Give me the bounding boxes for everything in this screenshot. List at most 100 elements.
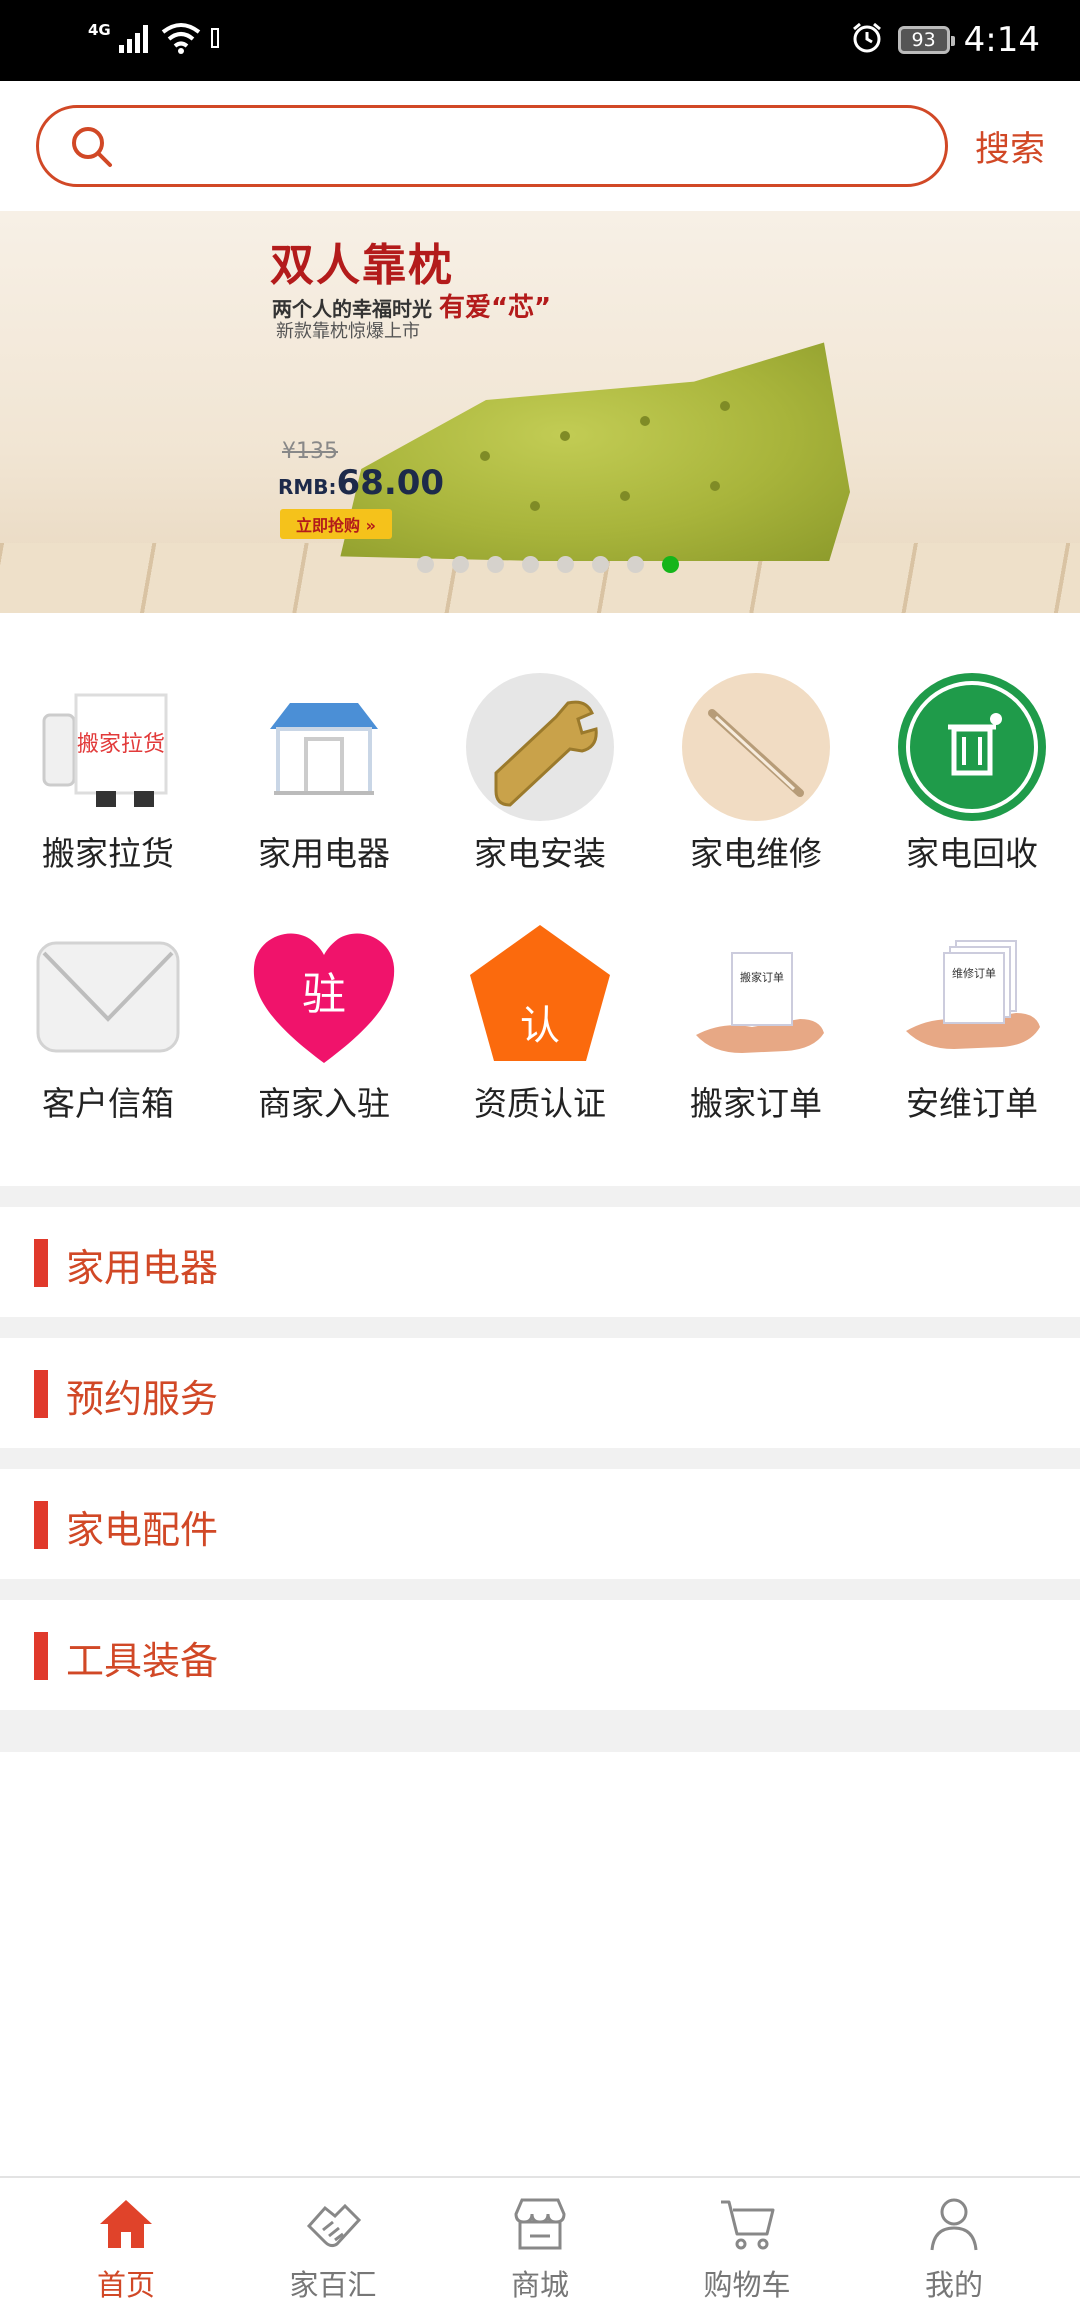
banner-note: 新款靠枕惊爆上市 <box>276 321 420 342</box>
carousel-dot[interactable] <box>522 556 539 573</box>
handshake-icon <box>306 2203 362 2248</box>
separator <box>0 1579 1080 1600</box>
old-price: ¥135 <box>282 439 338 464</box>
separator <box>0 1186 1080 1207</box>
carousel-dot[interactable] <box>557 556 574 573</box>
carousel-dot[interactable] <box>662 556 679 573</box>
category-row-2: 客户信箱 驻 商家入驻 认 资质认证 搬家订单 搬家订单 维修订单 安维订单 <box>0 923 1080 1143</box>
category-label: 资质认证 <box>474 1084 606 1123</box>
moving-truck-icon: 搬家拉货 <box>34 673 182 821</box>
carousel-dot[interactable] <box>487 556 504 573</box>
hand-card-text: 搬家订单 <box>740 970 784 984</box>
network-type: 4G <box>88 21 111 39</box>
category-appliances[interactable]: 家用电器 <box>224 673 424 875</box>
hand-cards-text: 维修订单 <box>952 966 996 980</box>
carousel-dot[interactable] <box>627 556 644 573</box>
category-repair[interactable]: 家电维修 <box>656 673 856 875</box>
hand-cards-icon: 维修订单 <box>898 923 1046 1071</box>
section-appliance-parts[interactable]: 家电配件 <box>0 1469 1080 1579</box>
section-accent-bar <box>34 1239 48 1287</box>
category-moving-orders[interactable]: 搬家订单 搬家订单 <box>656 923 856 1125</box>
carousel-dots <box>417 556 679 573</box>
clock: 4:14 <box>963 20 1040 60</box>
envelope-icon <box>34 923 182 1071</box>
section-accent-bar <box>34 1501 48 1549</box>
heart-badge-icon: 驻 <box>250 923 398 1071</box>
search-icon <box>69 124 115 174</box>
promo-banner[interactable]: 双人靠枕 两个人的幸福时光 有爱“芯” 新款靠枕惊爆上市 ¥135 RMB:68… <box>0 211 1080 613</box>
category-label: 家电维修 <box>690 834 822 873</box>
nav-label: 商城 <box>510 2268 569 2302</box>
category-merchant-join[interactable]: 驻 商家入驻 <box>224 923 424 1125</box>
shop-awning-icon <box>250 673 398 821</box>
nav-mall[interactable]: 商城 <box>460 2178 620 2312</box>
heart-badge-text: 驻 <box>302 969 346 1020</box>
bottom-nav: 首页 家百汇 商城 购物车 我的 <box>0 2176 1080 2312</box>
price-currency: RMB: <box>278 475 337 499</box>
section-tools-equipment[interactable]: 工具装备 <box>0 1600 1080 1710</box>
new-price: RMB:68.00 <box>278 463 444 503</box>
separator <box>0 1448 1080 1469</box>
search-input[interactable] <box>129 118 913 176</box>
category-install[interactable]: 家电安装 <box>440 673 640 875</box>
nav-label: 购物车 <box>703 2268 791 2302</box>
category-row-1: 搬家拉货 搬家拉货 家用电器 家电安装 家电维修 家电回收 <box>0 673 1080 893</box>
battery-icon: 93 <box>897 26 955 54</box>
signal-icon <box>118 23 153 57</box>
search-button[interactable]: 搜索 <box>960 121 1060 171</box>
buy-now-tag[interactable]: 立即抢购 » <box>280 509 392 539</box>
nav-mine[interactable]: 我的 <box>874 2178 1034 2312</box>
category-label: 家用电器 <box>258 834 390 873</box>
banner-subtitle-b: 有爱“芯” <box>438 293 552 323</box>
nav-label: 家百汇 <box>289 2268 377 2302</box>
category-recycle[interactable]: 家电回收 <box>872 673 1072 875</box>
hand-card-icon: 搬家订单 <box>682 923 830 1071</box>
category-certification[interactable]: 认 资质认证 <box>440 923 640 1125</box>
separator <box>0 1317 1080 1338</box>
nav-label: 我的 <box>924 2268 983 2302</box>
price-value: 68.00 <box>336 463 445 503</box>
alarm-icon <box>850 21 884 59</box>
search-box[interactable] <box>36 105 948 187</box>
wrench-icon <box>466 673 614 821</box>
category-label: 商家入驻 <box>258 1084 390 1123</box>
pillow-image <box>340 342 850 561</box>
nav-label: 首页 <box>96 2268 155 2302</box>
banner-title: 双人靠枕 <box>270 240 454 291</box>
recycle-bin-icon <box>898 673 1046 821</box>
section-title: 家电配件 <box>66 1508 219 1552</box>
section-accent-bar <box>34 1632 48 1680</box>
section-accent-bar <box>34 1370 48 1418</box>
category-label: 家电安装 <box>474 834 606 873</box>
carousel-dot[interactable] <box>452 556 469 573</box>
cart-icon <box>721 2200 775 2250</box>
carousel-dot[interactable] <box>417 556 434 573</box>
category-moving[interactable]: 搬家拉货 搬家拉货 <box>8 673 208 875</box>
category-label: 搬家拉货 <box>42 834 174 873</box>
section-booking-service[interactable]: 预约服务 <box>0 1338 1080 1448</box>
home-icon <box>100 2200 152 2248</box>
category-service-orders[interactable]: 维修订单 安维订单 <box>872 923 1072 1125</box>
section-title: 工具装备 <box>66 1639 219 1683</box>
section-title: 预约服务 <box>66 1377 219 1421</box>
sim-icon <box>209 25 221 55</box>
section-title: 家用电器 <box>66 1246 219 1290</box>
category-label: 安维订单 <box>906 1084 1038 1123</box>
category-mailbox[interactable]: 客户信箱 <box>8 923 208 1125</box>
separator <box>0 1710 1080 1752</box>
category-label: 家电回收 <box>906 834 1038 873</box>
category-label: 搬家订单 <box>690 1084 822 1123</box>
store-icon <box>514 2198 566 2250</box>
repair-tool-icon <box>682 673 830 821</box>
carousel-dot[interactable] <box>592 556 609 573</box>
user-icon <box>930 2198 978 2251</box>
nav-cart[interactable]: 购物车 <box>667 2178 827 2312</box>
section-home-appliances[interactable]: 家用电器 <box>0 1207 1080 1317</box>
nav-jiabaihui[interactable]: 家百汇 <box>253 2178 413 2312</box>
status-bar: 4G 93 4:14 <box>0 0 1080 81</box>
nav-home[interactable]: 首页 <box>46 2178 206 2312</box>
category-label: 客户信箱 <box>42 1084 174 1123</box>
wifi-icon <box>161 22 201 58</box>
truck-sign: 搬家拉货 <box>77 732 165 757</box>
search-bar: 搜索 <box>0 81 1080 211</box>
